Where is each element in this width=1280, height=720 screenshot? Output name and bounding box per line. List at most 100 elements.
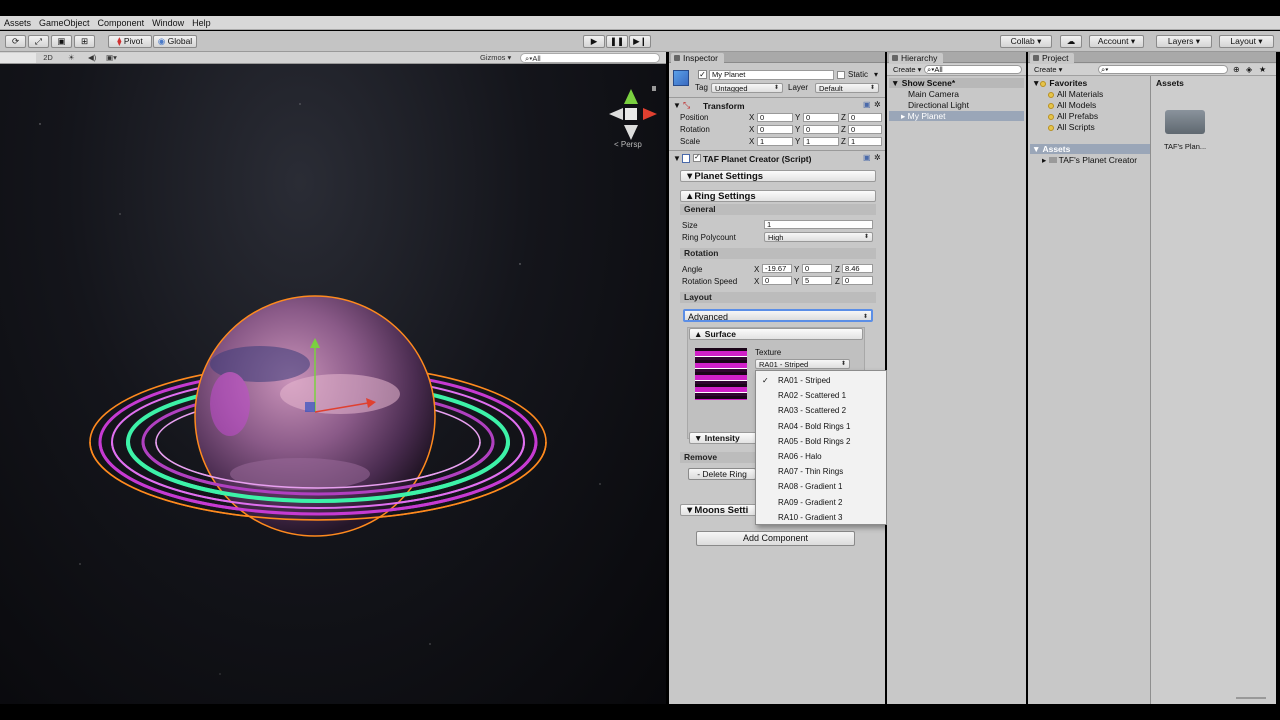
texture-option[interactable]: RA04 - Bold Rings 1	[778, 422, 850, 431]
gizmos-dropdown[interactable]: Gizmos ▾	[480, 53, 511, 63]
scale-tool-icon[interactable]: ⤢	[28, 35, 49, 48]
texture-option[interactable]: RA08 - Gradient 1	[778, 482, 842, 491]
transform-tool-icon[interactable]: ⊞	[74, 35, 95, 48]
favorite-item[interactable]: All Models	[1048, 100, 1096, 110]
static-dropdown-icon[interactable]: ▾	[874, 70, 878, 79]
assets-breadcrumb[interactable]: Assets	[1156, 78, 1184, 88]
step-button[interactable]: ▶❙	[629, 35, 651, 48]
tag-dropdown[interactable]: Untagged	[711, 83, 783, 93]
folder-icon[interactable]	[1165, 110, 1205, 134]
active-checkbox[interactable]: ✓	[698, 70, 707, 79]
audio-icon[interactable]: ◀)	[88, 53, 96, 63]
script-enabled-checkbox[interactable]: ✓	[693, 154, 701, 162]
assets-folder[interactable]: ▼ Assets	[1032, 144, 1070, 154]
transform-foldout-icon[interactable]: ▼	[673, 101, 681, 110]
texture-option[interactable]: RA06 - Halo	[778, 452, 822, 461]
texture-dropdown[interactable]: RA01 - Striped	[755, 359, 850, 369]
rotation-z-field[interactable]: 0	[848, 125, 882, 134]
rotation-y-field[interactable]: 0	[803, 125, 839, 134]
scale-x-field[interactable]: 1	[757, 137, 793, 146]
layout-dropdown[interactable]: Advanced	[683, 309, 873, 322]
scale-y-field[interactable]: 1	[803, 137, 839, 146]
orientation-gizmo-icon[interactable]	[609, 86, 657, 140]
effects-icon[interactable]: ▣▾	[106, 53, 117, 63]
favorite-star-icon[interactable]: ★	[1259, 65, 1266, 74]
texture-option[interactable]: RA10 - Gradient 3	[778, 513, 842, 522]
position-x-field[interactable]: 0	[757, 113, 793, 122]
texture-option[interactable]: RA05 - Bold Rings 2	[778, 437, 850, 446]
angle-z-field[interactable]: 8.46	[842, 264, 873, 273]
texture-option[interactable]: RA01 - Striped	[778, 376, 830, 385]
account-dropdown[interactable]: Account ▾	[1089, 35, 1144, 48]
favorite-item[interactable]: All Materials	[1048, 89, 1103, 99]
script-foldout-icon[interactable]: ▼	[673, 154, 681, 163]
layout-dropdown[interactable]: Layout ▾	[1219, 35, 1274, 48]
texture-option[interactable]: RA03 - Scattered 2	[778, 406, 846, 415]
persp-label[interactable]: < Persp	[614, 140, 642, 149]
project-search-input[interactable]: ⌕▾	[1098, 65, 1228, 74]
hierarchy-item-selected[interactable]: ▸ My Planet	[901, 111, 945, 122]
collab-dropdown[interactable]: Collab ▾	[1000, 35, 1052, 48]
menu-component[interactable]: Component	[94, 16, 149, 30]
help-icon[interactable]: ▣	[863, 153, 871, 162]
hierarchy-item[interactable]: Main Camera	[908, 89, 959, 99]
texture-option[interactable]: RA09 - Gradient 2	[778, 498, 842, 507]
scene-search-input[interactable]: ⌕▾All	[520, 53, 660, 63]
layers-dropdown[interactable]: Layers ▾	[1156, 35, 1212, 48]
favorites-header[interactable]: ▼ Favorites	[1032, 78, 1087, 88]
texture-option[interactable]: RA07 - Thin Rings	[778, 467, 843, 476]
rotspeed-y-field[interactable]: 5	[802, 276, 832, 285]
folder-label[interactable]: TAF's Plan...	[1164, 142, 1206, 151]
filter-type-icon[interactable]: ⊕	[1233, 65, 1240, 74]
settings-gear-icon[interactable]: ✲	[874, 100, 881, 109]
asset-child-folder[interactable]: ▸ TAF's Planet Creator	[1042, 155, 1137, 166]
scale-z-field[interactable]: 1	[848, 137, 882, 146]
scene-view[interactable]: 2D ☀ ◀) ▣▾ Gizmos ▾ ⌕▾All < Persp	[0, 52, 666, 704]
position-z-field[interactable]: 0	[848, 113, 882, 122]
project-create-button[interactable]: Create ▾	[1034, 65, 1062, 74]
pause-button[interactable]: ❚❚	[606, 35, 628, 48]
rotspeed-z-field[interactable]: 0	[842, 276, 873, 285]
cloud-icon[interactable]: ☁	[1060, 35, 1082, 48]
layer-dropdown[interactable]: Default	[815, 83, 879, 93]
play-button[interactable]: ▶	[583, 35, 605, 48]
add-component-button[interactable]: Add Component	[696, 531, 855, 546]
menu-window[interactable]: Window	[148, 16, 188, 30]
filter-label-icon[interactable]: ◈	[1246, 65, 1252, 74]
position-y-field[interactable]: 0	[803, 113, 839, 122]
static-checkbox[interactable]	[837, 71, 845, 79]
rotation-x-field[interactable]: 0	[757, 125, 793, 134]
ring-polycount-dropdown[interactable]: High	[764, 232, 873, 242]
favorite-item[interactable]: All Prefabs	[1048, 111, 1098, 121]
lighting-icon[interactable]: ☀	[68, 53, 75, 63]
delete-ring-button[interactable]: - Delete Ring	[688, 468, 756, 480]
hierarchy-create-button[interactable]: Create ▾	[893, 65, 921, 74]
angle-x-field[interactable]: -19.67	[762, 264, 792, 273]
tab-hierarchy[interactable]: Hierarchy	[889, 53, 944, 63]
settings-gear-icon[interactable]: ✲	[874, 153, 881, 162]
rect-tool-icon[interactable]: ▣	[51, 35, 72, 48]
ring-settings-header[interactable]: ▲Ring Settings	[680, 190, 876, 202]
size-field[interactable]: 1	[764, 220, 873, 229]
menu-help[interactable]: Help	[188, 16, 215, 30]
planet-settings-header[interactable]: ▼Planet Settings	[680, 170, 876, 182]
scene-tab[interactable]	[0, 53, 36, 63]
angle-y-field[interactable]: 0	[802, 264, 832, 273]
hierarchy-search-input[interactable]: ⌕▾All	[924, 65, 1022, 74]
texture-option[interactable]: RA02 - Scattered 1	[778, 391, 846, 400]
help-icon[interactable]: ▣	[863, 100, 871, 109]
rotspeed-x-field[interactable]: 0	[762, 276, 792, 285]
hierarchy-item[interactable]: Directional Light	[908, 100, 969, 110]
object-name-field[interactable]: My Planet	[709, 70, 834, 80]
favorite-item[interactable]: All Scripts	[1048, 122, 1095, 132]
2d-toggle[interactable]: 2D	[36, 53, 60, 63]
menu-gameobject[interactable]: GameObject	[35, 16, 94, 30]
tab-project[interactable]: Project	[1030, 53, 1075, 63]
tab-inspector[interactable]: Inspector	[671, 53, 724, 63]
menu-assets[interactable]: Assets	[0, 16, 35, 30]
refresh-tool-icon[interactable]: ⟳	[5, 35, 26, 48]
pivot-toggle[interactable]: ⧫ Pivot	[108, 35, 152, 48]
surface-header[interactable]: ▲ Surface	[689, 328, 863, 340]
texture-preview[interactable]	[695, 348, 747, 400]
global-toggle[interactable]: ◉ Global	[153, 35, 197, 48]
